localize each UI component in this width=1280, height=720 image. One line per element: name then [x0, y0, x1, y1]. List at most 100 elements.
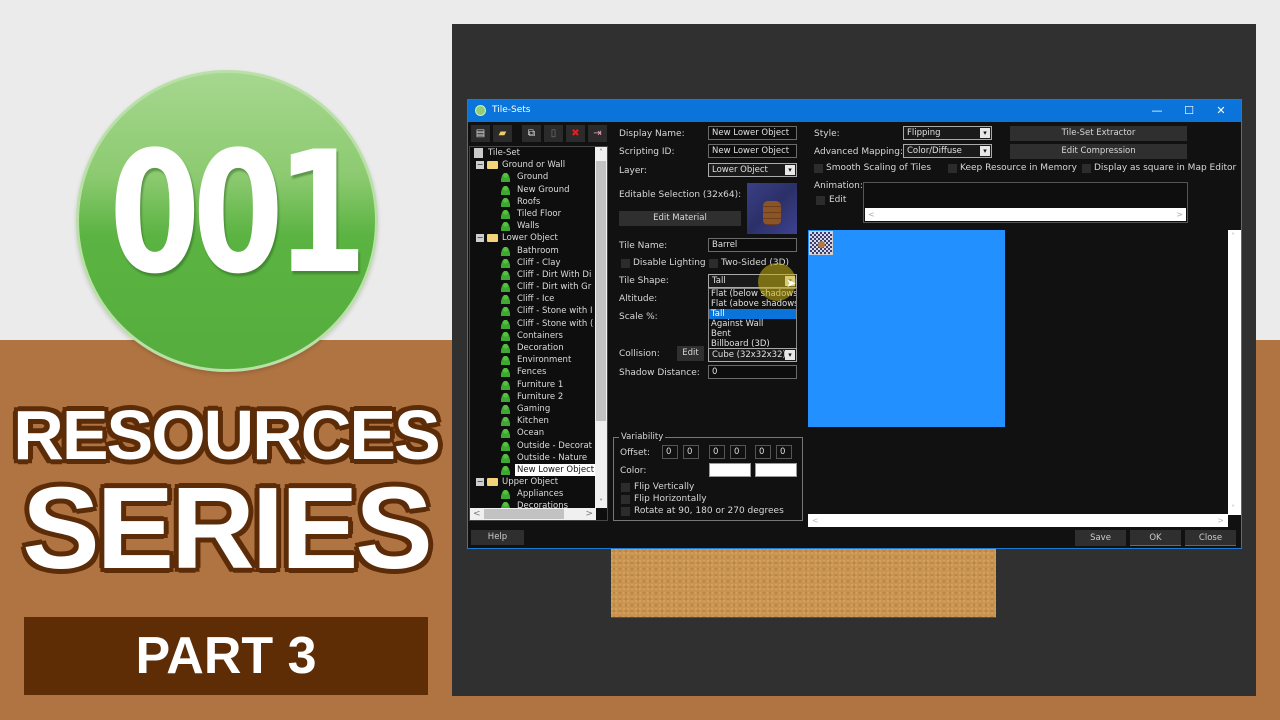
- copy-button[interactable]: ⧉: [522, 125, 541, 142]
- offset-field[interactable]: 0: [709, 445, 725, 459]
- keep-resource-checkbox[interactable]: [948, 164, 957, 173]
- scroll-right-arrow[interactable]: >: [1217, 516, 1224, 525]
- tree-item[interactable]: Ground: [470, 171, 596, 183]
- canvas-vertical-scrollbar[interactable]: ˄ ˅: [1228, 230, 1241, 515]
- maximize-button[interactable]: ☐: [1175, 103, 1203, 119]
- scroll-down-arrow[interactable]: ˅: [595, 498, 607, 507]
- smooth-scaling-checkbox[interactable]: [814, 164, 823, 173]
- color-max-swatch[interactable]: [755, 463, 797, 477]
- tree-hscroll-thumb[interactable]: [484, 509, 564, 519]
- tree-item[interactable]: Outside - Decorat: [470, 440, 596, 452]
- selected-tile[interactable]: [809, 231, 833, 255]
- tree-item[interactable]: Gaming: [470, 403, 596, 415]
- scroll-left-arrow[interactable]: <: [868, 208, 875, 221]
- chevron-down-icon[interactable]: ▾: [980, 128, 990, 138]
- display-name-field[interactable]: New Lower Object: [708, 126, 797, 140]
- new-tileset-button[interactable]: ▤: [471, 125, 490, 142]
- tree-horizontal-scrollbar[interactable]: < >: [470, 508, 596, 520]
- delete-button[interactable]: ✖: [566, 125, 585, 142]
- scroll-left-arrow[interactable]: <: [812, 516, 819, 525]
- tree-item[interactable]: New Lower Object: [470, 463, 597, 476]
- tree-item[interactable]: Cliff - Dirt With Di: [470, 269, 596, 281]
- collision-edit-button[interactable]: Edit: [677, 346, 704, 361]
- help-button[interactable]: Help: [471, 530, 524, 545]
- color-min-swatch[interactable]: [709, 463, 751, 477]
- flip-vertically-checkbox[interactable]: [621, 483, 630, 492]
- save-button[interactable]: Save: [1075, 530, 1126, 546]
- disable-lighting-checkbox[interactable]: [621, 259, 630, 268]
- scroll-right-arrow[interactable]: >: [585, 508, 593, 520]
- edit-material-button[interactable]: Edit Material: [619, 211, 741, 226]
- tree-item[interactable]: Ocean: [470, 427, 596, 439]
- chevron-down-icon[interactable]: ▾: [785, 350, 795, 360]
- tree-item[interactable]: Appliances: [470, 488, 596, 500]
- ok-button[interactable]: OK: [1130, 530, 1181, 546]
- tile-name-field[interactable]: Barrel: [708, 238, 797, 252]
- offset-field[interactable]: 0: [776, 445, 792, 459]
- tree-item[interactable]: Kitchen: [470, 415, 596, 427]
- tree-item[interactable]: Cliff - Clay: [470, 257, 596, 269]
- tree-item[interactable]: Walls: [470, 220, 596, 232]
- collapse-icon[interactable]: −: [476, 234, 484, 243]
- canvas-horizontal-scrollbar[interactable]: < >: [808, 514, 1228, 527]
- animation-edit-checkbox[interactable]: [816, 196, 825, 205]
- tree-item[interactable]: Cliff - Dirt with Gr: [470, 281, 596, 293]
- tree-vertical-scrollbar[interactable]: ˄ ˅: [595, 147, 607, 508]
- flip-horizontally-checkbox[interactable]: [621, 495, 630, 504]
- offset-field[interactable]: 0: [683, 445, 699, 459]
- layer-select[interactable]: Lower Object ▾: [708, 163, 797, 177]
- tile-sheet-area[interactable]: [808, 230, 1005, 427]
- offset-field[interactable]: 0: [730, 445, 746, 459]
- scroll-left-arrow[interactable]: <: [473, 508, 481, 520]
- two-sided-checkbox[interactable]: [709, 259, 718, 268]
- tile-canvas[interactable]: [808, 230, 1241, 528]
- close-window-button[interactable]: ✕: [1207, 103, 1235, 119]
- tree-item[interactable]: Cliff - Ice: [470, 293, 596, 305]
- tileset-extractor-button[interactable]: Tile-Set Extractor: [1010, 126, 1187, 141]
- tree-item[interactable]: Tiled Floor: [470, 208, 596, 220]
- tree-item[interactable]: Furniture 1: [470, 379, 596, 391]
- tree-item[interactable]: Cliff - Stone with (: [470, 318, 596, 330]
- animation-scrollbar[interactable]: < >: [865, 208, 1186, 221]
- edit-compression-button[interactable]: Edit Compression: [1010, 144, 1187, 159]
- chevron-down-icon[interactable]: ▾: [980, 146, 990, 156]
- export-button[interactable]: ⇥: [588, 125, 607, 142]
- collapse-icon[interactable]: −: [476, 478, 484, 487]
- advanced-mapping-select[interactable]: Color/Diffuse ▾: [903, 144, 992, 158]
- style-select[interactable]: Flipping ▾: [903, 126, 992, 140]
- chevron-down-icon[interactable]: ▾: [785, 165, 795, 175]
- rotate-checkbox[interactable]: [621, 507, 630, 516]
- tree-group[interactable]: − Lower Object: [470, 232, 596, 244]
- scroll-up-arrow[interactable]: ˄: [1231, 232, 1235, 241]
- tree-group[interactable]: − Ground or Wall: [470, 159, 596, 171]
- title-bar[interactable]: Tile-Sets — ☐ ✕: [468, 100, 1241, 122]
- tree-item[interactable]: Decoration: [470, 342, 596, 354]
- scroll-right-arrow[interactable]: >: [1176, 208, 1183, 221]
- open-folder-button[interactable]: ▰: [493, 125, 512, 142]
- tree-item[interactable]: Bathroom: [470, 245, 596, 257]
- tileset-tree[interactable]: Tile-Set − Ground or Wall Ground New Ground…: [469, 146, 608, 521]
- collapse-icon[interactable]: −: [476, 161, 484, 170]
- scroll-down-arrow[interactable]: ˅: [1231, 504, 1235, 513]
- tree-item[interactable]: Furniture 2: [470, 391, 596, 403]
- minimize-button[interactable]: —: [1143, 103, 1171, 119]
- offset-field[interactable]: 0: [755, 445, 771, 459]
- collision-select[interactable]: Cube (32x32x32) ▾: [708, 348, 797, 362]
- dropdown-option-selected[interactable]: Tall: [709, 309, 796, 319]
- close-button[interactable]: Close: [1185, 530, 1236, 546]
- tree-group[interactable]: − Upper Object: [470, 476, 596, 488]
- scroll-up-arrow[interactable]: ˄: [595, 148, 607, 157]
- tree-root[interactable]: Tile-Set: [470, 147, 596, 159]
- tree-scroll-thumb[interactable]: [596, 161, 606, 421]
- dropdown-option[interactable]: Bent: [709, 329, 796, 339]
- tree-item[interactable]: Roofs: [470, 196, 596, 208]
- scripting-id-field[interactable]: New Lower Object: [708, 144, 797, 158]
- offset-field[interactable]: 0: [662, 445, 678, 459]
- shadow-distance-field[interactable]: 0: [708, 365, 797, 379]
- tree-item[interactable]: Environment: [470, 354, 596, 366]
- dropdown-option[interactable]: Against Wall: [709, 319, 796, 329]
- dropdown-option[interactable]: Flat (above shadows): [709, 299, 796, 309]
- tree-item[interactable]: New Ground: [470, 184, 596, 196]
- paste-button[interactable]: ▯: [544, 125, 563, 142]
- animation-frames-box[interactable]: < >: [863, 182, 1188, 223]
